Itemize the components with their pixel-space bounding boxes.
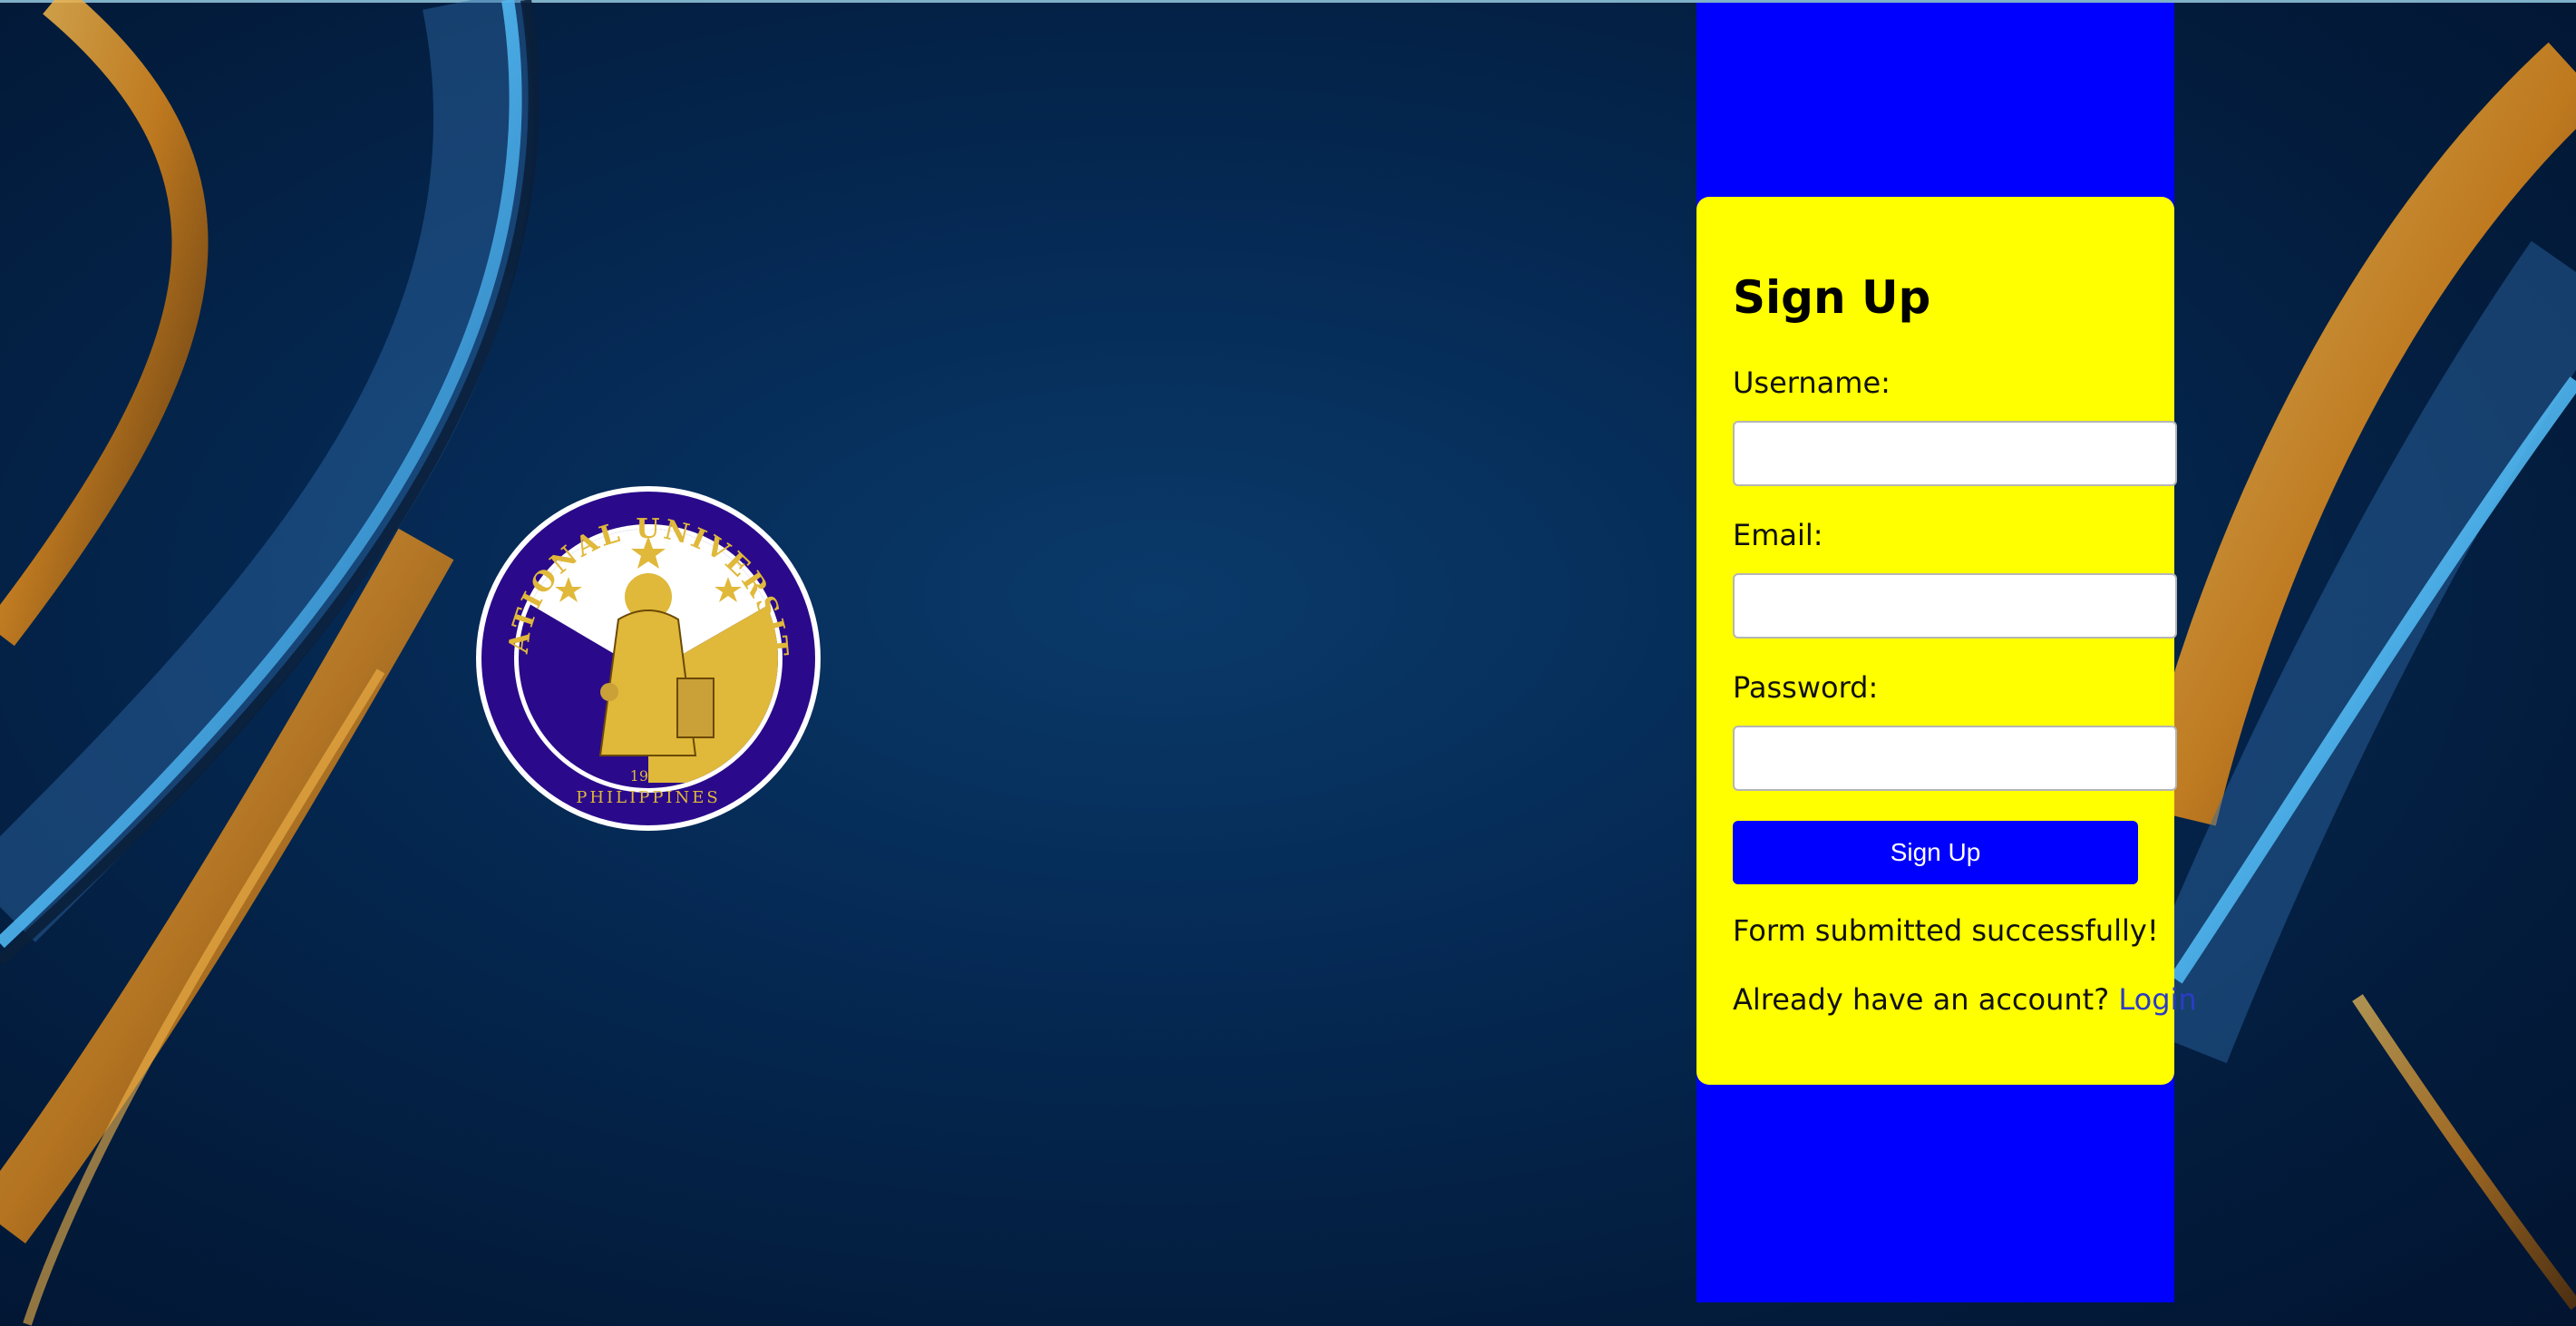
- signup-card: Sign Up Username: Email: Password: Sign …: [1696, 197, 2197, 1085]
- seal-year: 1900: [630, 767, 667, 785]
- username-label: Username:: [1733, 366, 1891, 400]
- email-input[interactable]: [1733, 573, 2177, 639]
- signup-heading: Sign Up: [1733, 271, 1931, 324]
- login-prompt-line: Already have an account? Login: [1733, 982, 2197, 1017]
- password-label: Password:: [1733, 670, 1879, 705]
- decorative-swooshes: [0, 0, 2576, 1326]
- seal-bottom-text: PHILIPPINES: [576, 788, 721, 807]
- sign-up-button[interactable]: Sign Up: [1733, 821, 2138, 884]
- university-seal-logo: NATIONAL UNIVERSITY PHILIPPINES 1900: [473, 483, 821, 831]
- login-link[interactable]: Login: [2118, 982, 2196, 1017]
- username-input[interactable]: [1733, 421, 2177, 486]
- email-label: Email:: [1733, 518, 1823, 552]
- login-prompt-text: Already have an account?: [1733, 982, 2110, 1017]
- status-message: Form submitted successfully!: [1733, 913, 2159, 948]
- password-input[interactable]: [1733, 726, 2177, 791]
